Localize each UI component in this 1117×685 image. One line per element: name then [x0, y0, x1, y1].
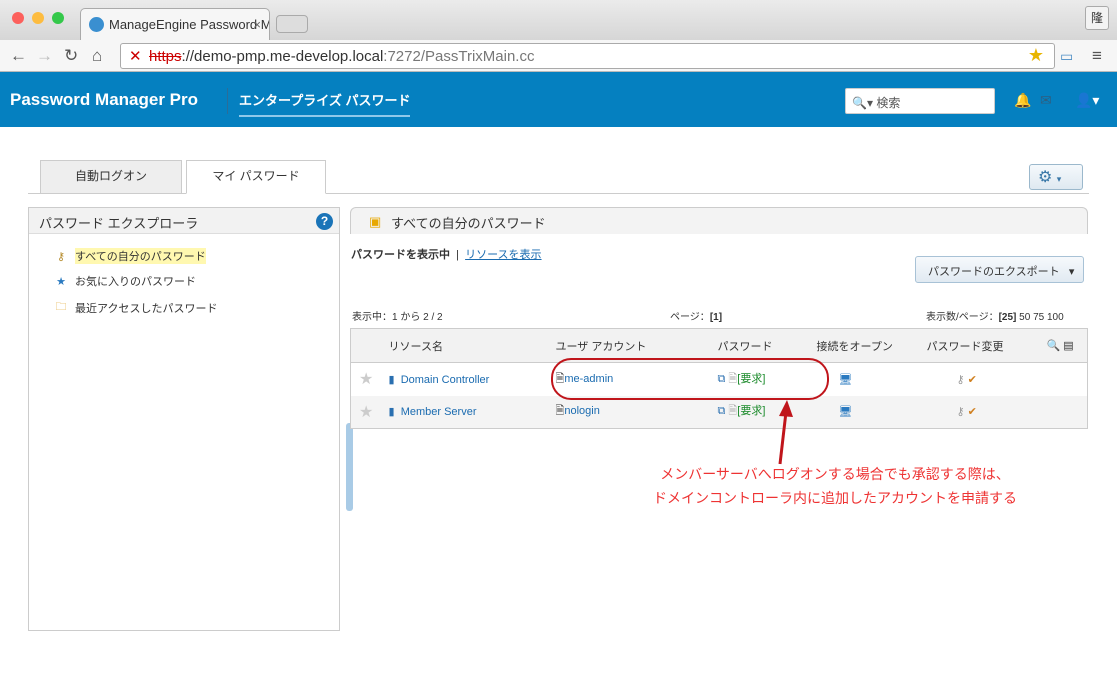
- view-resources-link[interactable]: リソースを表示: [465, 249, 541, 261]
- annotation-arrow: [778, 400, 793, 465]
- explorer-item-label: 最近アクセスしたパスワード: [75, 302, 218, 315]
- close-window-button[interactable]: [12, 12, 24, 24]
- search-placeholder: 検索: [876, 96, 901, 110]
- new-tab-button[interactable]: [276, 15, 308, 33]
- tab-title: ManageEngine Password M: [109, 17, 270, 32]
- reset-key-icon[interactable]: ⚷: [957, 374, 965, 386]
- col-open-connection: 接続をオープン: [816, 328, 927, 363]
- recent-folder-icon: 🗀: [55, 301, 67, 313]
- reset-key-icon[interactable]: ⚷: [957, 406, 965, 418]
- annotation-line-2: ドメインコントローラ内に追加したアカウントを申請する: [653, 490, 1017, 506]
- page-tabs: 自動ログオン マイ パスワード: [28, 160, 1089, 194]
- browser-tab[interactable]: ManageEngine Password M ×: [80, 8, 270, 40]
- view-passwords-label: パスワードを表示中: [351, 249, 450, 261]
- export-label: パスワードのエクスポート: [928, 266, 1060, 278]
- browser-toolbar: ← → ↻ ⌂ ✕ https://demo-pmp.me-develop.loc…: [0, 40, 1117, 72]
- nav-enterprise-passwords[interactable]: エンタープライズ パスワード: [239, 90, 411, 117]
- explorer-item-label: お気に入りのパスワード: [75, 276, 196, 288]
- resource-link[interactable]: Member Server: [401, 406, 477, 418]
- show-password-icon[interactable]: ⧉: [718, 405, 726, 417]
- open-connection-icon[interactable]: 🖥: [816, 395, 927, 429]
- divider: [227, 88, 228, 114]
- tab-auto-logon[interactable]: 自動ログオン: [40, 160, 182, 194]
- ime-indicator[interactable]: 隆: [1085, 6, 1109, 30]
- explorer-title: パスワード エクスプローラ: [39, 216, 199, 231]
- url-path: :7272/PassTrixMain.cc: [383, 48, 535, 65]
- panel-splitter[interactable]: [346, 423, 353, 511]
- per-page-label: 表示数/ページ：: [926, 312, 999, 323]
- password-explorer: パスワード エクスプローラ? ⚷ すべての自分のパスワード ★ お気に入りのパスワー…: [28, 207, 340, 631]
- star-icon: ★: [56, 275, 66, 288]
- copy-icon[interactable]: 🗎: [728, 405, 737, 417]
- verify-password-icon[interactable]: ✔: [968, 406, 977, 418]
- server-icon: ▮: [388, 373, 395, 386]
- user-menu-icon[interactable]: 👤▾: [1075, 92, 1099, 109]
- annotation-line-1: メンバーサーバへログオンする場合でも承認する際は、: [660, 466, 1010, 482]
- app-header: Password Manager Pro エンタープライズ パスワード 🔍▾ 検…: [0, 72, 1117, 127]
- search-icon[interactable]: 🔍: [1047, 340, 1061, 352]
- extension-icon[interactable]: ▭: [1060, 48, 1073, 65]
- back-icon[interactable]: ←: [10, 46, 27, 66]
- export-passwords-button[interactable]: パスワードのエクスポート ▾: [915, 256, 1084, 283]
- browser-titlebar: ManageEngine Password M × 隆: [0, 0, 1117, 40]
- explorer-item-all[interactable]: ⚷ すべての自分のパスワード: [53, 248, 206, 264]
- server-icon: ▮: [388, 406, 395, 419]
- maximize-window-button[interactable]: [52, 12, 64, 24]
- main-panel-header: ▣ すべての自分のパスワード: [350, 207, 1088, 234]
- page-label: ページ：: [670, 312, 710, 323]
- per-page: 表示数/ページ：[25] 50 75 100: [926, 308, 1064, 323]
- close-tab-icon[interactable]: ×: [253, 17, 261, 32]
- account-link[interactable]: nologin: [564, 405, 599, 417]
- per-page-options[interactable]: 50 75 100: [1019, 312, 1064, 323]
- url-host: ://demo-pmp.me-develop.local: [181, 48, 384, 65]
- reload-icon[interactable]: ↻: [64, 46, 78, 66]
- favorite-star-icon[interactable]: ★: [350, 395, 389, 429]
- tab-my-passwords[interactable]: マイ パスワード: [186, 160, 326, 194]
- separator: |: [456, 249, 459, 261]
- table-row: ★ ▮ Member Server 🗎nologin ⧉ 🗎[要求] 🖥 ⚷ ✔: [350, 395, 1088, 429]
- keys-icon: ⚷: [56, 250, 66, 263]
- col-resource[interactable]: リソース名: [388, 328, 556, 363]
- page-number[interactable]: [1]: [710, 312, 722, 323]
- open-connection-icon[interactable]: 🖥: [817, 363, 927, 396]
- showing-count: 表示中：1 から 2 / 2: [352, 312, 443, 323]
- view-toggle: パスワードを表示中 | リソースを表示: [351, 246, 542, 262]
- bell-icon[interactable]: 🔔: [1014, 92, 1031, 109]
- resource-link[interactable]: Domain Controller: [401, 374, 490, 386]
- forward-icon[interactable]: →: [36, 46, 53, 66]
- address-bar[interactable]: ✕ https://demo-pmp.me-develop.local:7272/…: [120, 43, 1055, 69]
- main-title: すべての自分のパスワード: [391, 216, 546, 231]
- logo: Password Manager Pro: [10, 90, 199, 109]
- verify-password-icon[interactable]: ✔: [968, 374, 977, 386]
- minimize-window-button[interactable]: [32, 12, 44, 24]
- per-page-selected[interactable]: [25]: [999, 312, 1017, 323]
- favicon-icon: [89, 17, 104, 32]
- search-input[interactable]: 🔍▾ 検索: [845, 88, 995, 114]
- menu-icon[interactable]: ≡: [1092, 46, 1102, 66]
- col-change-password: パスワード変更: [926, 328, 1047, 363]
- url-scheme: https: [149, 48, 182, 65]
- bookmark-star-icon[interactable]: ★: [1028, 45, 1044, 66]
- settings-button[interactable]: ⚙ ▾: [1029, 164, 1083, 190]
- explorer-item-favorites[interactable]: ★ お気に入りのパスワード: [53, 273, 196, 289]
- mail-icon[interactable]: ✉: [1040, 92, 1052, 109]
- annotation-text: メンバーサーバへログオンする場合でも承認する際は、 ドメインコントローラ内に追加…: [600, 462, 1070, 510]
- home-icon[interactable]: ⌂: [92, 46, 102, 66]
- explorer-item-label: すべての自分のパスワード: [75, 248, 206, 264]
- favorite-star-icon[interactable]: ★: [351, 363, 389, 396]
- column-chooser-icon[interactable]: ▤: [1063, 340, 1073, 352]
- search-icon: 🔍▾: [852, 96, 877, 110]
- pagination: ページ：[1]: [670, 308, 722, 323]
- help-icon[interactable]: ?: [316, 213, 333, 230]
- folder-icon: ▣: [369, 214, 382, 229]
- explorer-item-recent[interactable]: 🗀 最近アクセスしたパスワード: [53, 298, 218, 317]
- insecure-lock-icon: ✕: [129, 48, 142, 65]
- annotation-highlight-oval: [551, 358, 829, 400]
